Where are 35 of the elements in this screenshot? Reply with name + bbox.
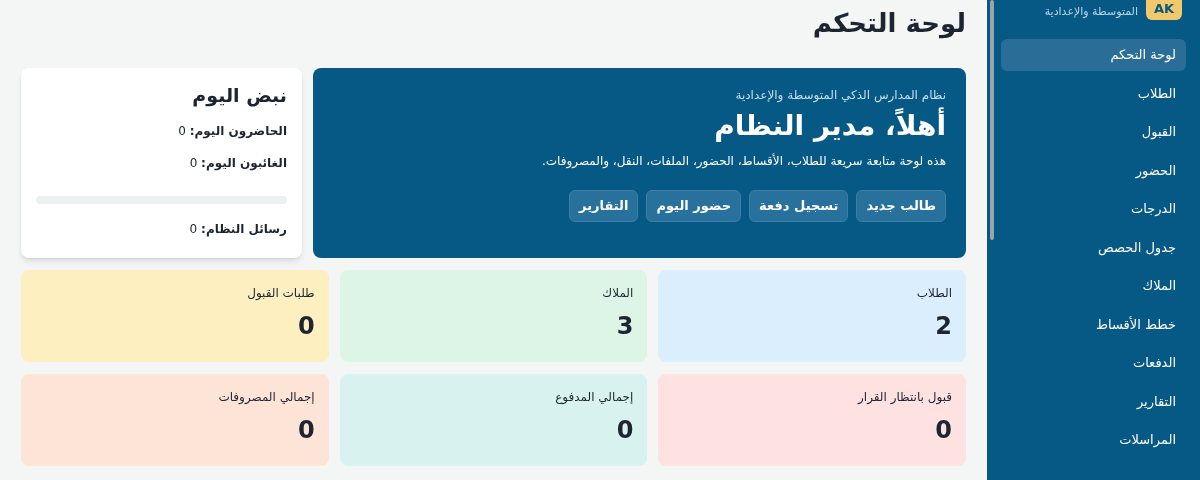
stat-value: 0 (296, 311, 315, 342)
sidebar-item[interactable]: القبول (1001, 116, 1186, 148)
school-subtitle: المتوسطة والإعدادية (1044, 4, 1138, 20)
sidebar-item[interactable]: الدفعات (1001, 347, 1186, 379)
sidebar-item[interactable]: التقارير (1001, 385, 1186, 418)
sidebar-item[interactable]: الحضور (1001, 154, 1186, 187)
stat-label: قبول بانتظار القرار (856, 389, 952, 406)
banner-description: هذه لوحة متابعة سريعة للطلاب، الأقساط، الحضور، الملفات، النقل، والمصروفات. (541, 152, 946, 170)
page-title: لوحة التحكم (811, 7, 966, 41)
stat-label: طلبات القبول (246, 285, 315, 302)
sidebar-item[interactable]: المراسلات (1001, 424, 1186, 456)
stat-label: إجمالي المدفوع (554, 389, 634, 406)
stat-label: إجمالي المصروفات (217, 389, 315, 406)
welcome-heading: أهلاً، مدير النظام (713, 106, 946, 144)
stat-value: 0 (615, 415, 634, 446)
scrollbar[interactable] (990, 0, 994, 240)
stat-value: 0 (296, 415, 315, 446)
pulse-title: نبض اليوم (191, 83, 287, 108)
stat-label: الطلاب (915, 285, 952, 302)
action-button[interactable]: حضور اليوم (646, 190, 742, 222)
sidebar-item[interactable]: لوحة التحكم (1001, 39, 1186, 71)
sidebar-item[interactable]: الدرجات (1001, 193, 1186, 225)
stat-label: الملاك (601, 285, 634, 302)
action-button[interactable]: طالب جديد (856, 190, 946, 222)
action-button[interactable]: تسجيل دفعة (749, 190, 849, 222)
sidebar-item[interactable]: جدول الحصص (1001, 231, 1186, 264)
sidebar-item[interactable]: خطط الأقساط (1001, 308, 1186, 341)
action-button[interactable]: التقارير (569, 190, 639, 222)
sidebar-item[interactable]: الطلاب (1001, 77, 1186, 110)
avatar: AK (1146, 0, 1182, 20)
stat-value: 0 (934, 415, 952, 446)
system-name: نظام المدارس الذكي المتوسطة والإعدادية (734, 87, 946, 104)
stat-value: 3 (615, 311, 634, 342)
sidebar-item[interactable]: الملاك (1001, 270, 1186, 302)
stat-value: 2 (934, 311, 952, 342)
